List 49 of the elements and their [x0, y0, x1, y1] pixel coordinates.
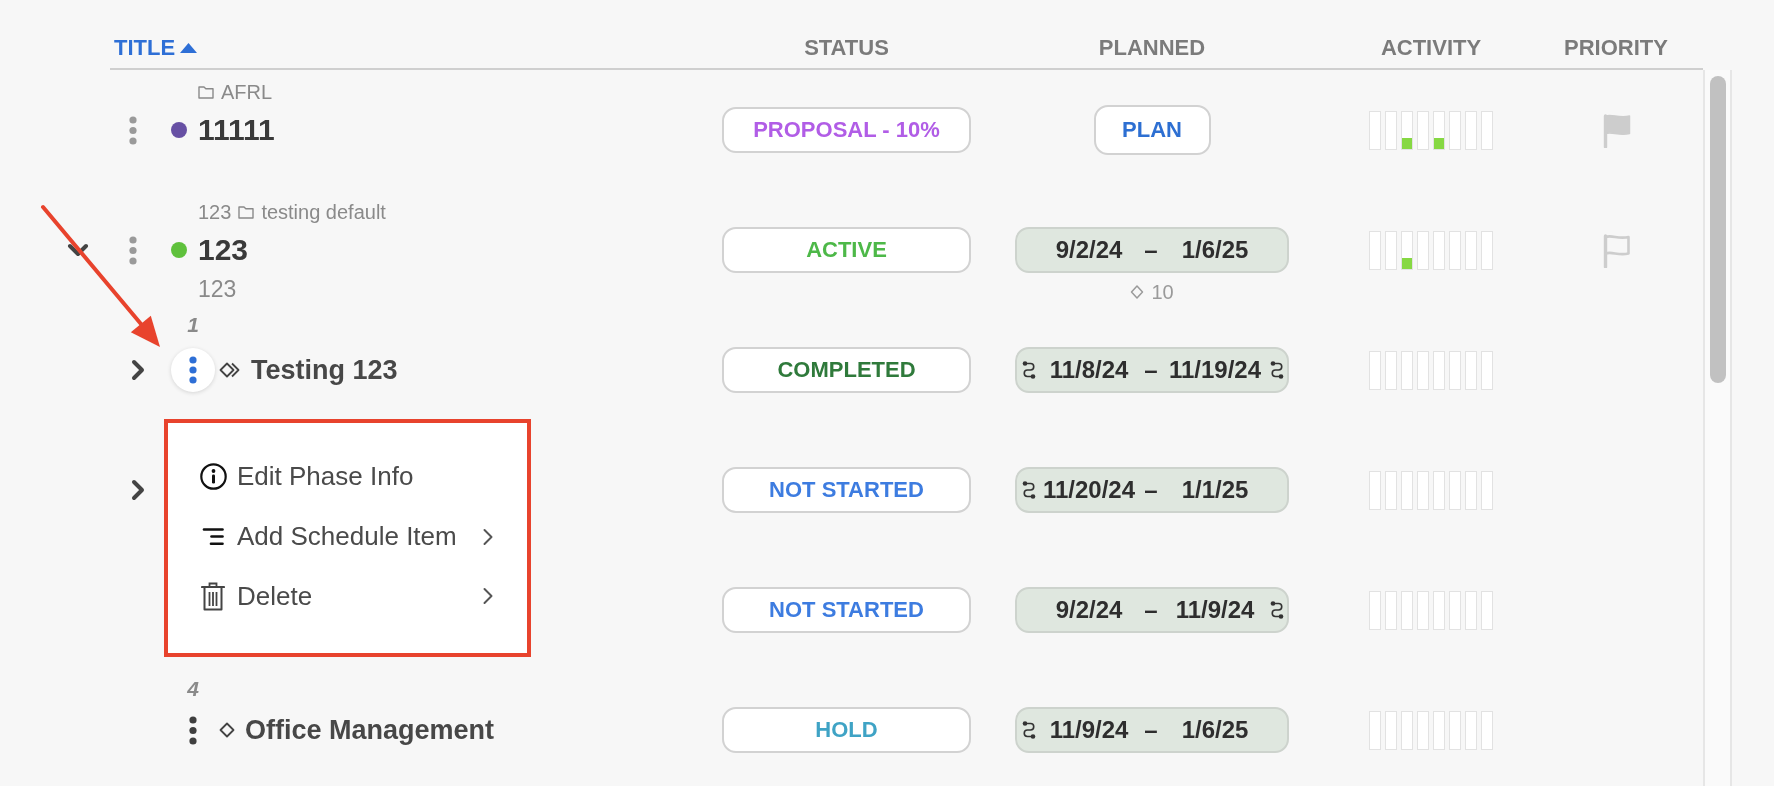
- chevron-right-icon[interactable]: [130, 479, 146, 501]
- diamond-chevron-icon: [219, 361, 241, 379]
- item-number: 1: [187, 313, 199, 337]
- row-title: 11111: [198, 112, 275, 148]
- project-code: 123: [198, 200, 232, 224]
- row-title: Office Management: [245, 714, 495, 747]
- date-range[interactable]: 9/2/24 – 11/9/24: [1015, 587, 1289, 633]
- chevron-right-icon[interactable]: [130, 359, 146, 381]
- trash-icon: [201, 581, 225, 611]
- column-header[interactable]: ACTIVITY: [1380, 34, 1482, 62]
- date-range[interactable]: 11/20/24 – 1/1/25: [1015, 467, 1289, 513]
- column-header[interactable]: PLANNED: [1098, 34, 1206, 62]
- status-pill[interactable]: ACTIVE: [722, 227, 971, 273]
- item-number: 4: [187, 677, 199, 701]
- status-pill[interactable]: HOLD: [722, 707, 971, 753]
- chevron-down-icon[interactable]: [67, 242, 89, 258]
- date-range[interactable]: 11/9/24 – 1/6/25: [1015, 707, 1289, 753]
- status-pill[interactable]: NOT STARTED: [722, 587, 971, 633]
- kebab-icon: [189, 356, 197, 384]
- row-title: 123: [198, 232, 249, 268]
- menu-item[interactable]: Delete: [168, 566, 527, 626]
- date-range[interactable]: 9/2/24 – 1/6/25: [1015, 227, 1289, 273]
- kebab-icon[interactable]: [189, 715, 197, 745]
- activity-fill: [1402, 257, 1412, 269]
- count-label: 10: [1151, 281, 1174, 303]
- date-range[interactable]: 11/8/24 – 11/19/24: [1015, 347, 1289, 393]
- folder-name: testing default: [261, 200, 386, 224]
- activity-fill: [1434, 137, 1444, 149]
- plan-button[interactable]: PLAN: [1093, 105, 1211, 155]
- status-pill[interactable]: NOT STARTED: [722, 467, 971, 513]
- activity-fill: [1402, 137, 1412, 149]
- info-icon: [199, 463, 227, 491]
- menu-item[interactable]: Add Schedule Item: [168, 506, 527, 567]
- status-pill[interactable]: PROPOSAL - 10%: [722, 107, 971, 153]
- folder-name: AFRL: [221, 80, 273, 104]
- more-button[interactable]: [171, 348, 215, 392]
- column-header[interactable]: TITLE: [114, 34, 198, 62]
- column-header[interactable]: STATUS: [804, 34, 889, 62]
- status-pill[interactable]: COMPLETED: [722, 347, 971, 393]
- folder-icon: [198, 85, 214, 99]
- column-header[interactable]: PRIORITY: [1564, 34, 1668, 62]
- diamond-icon: [219, 721, 235, 739]
- lines-icon: [202, 526, 224, 547]
- scrollbar-thumb[interactable]: [1710, 76, 1726, 383]
- row-title: Testing 123: [251, 354, 398, 387]
- row-subtitle: 123: [198, 276, 237, 302]
- diamond-icon: [1130, 284, 1145, 300]
- folder-icon: [238, 205, 255, 219]
- menu-item[interactable]: Edit Phase Info: [168, 447, 527, 507]
